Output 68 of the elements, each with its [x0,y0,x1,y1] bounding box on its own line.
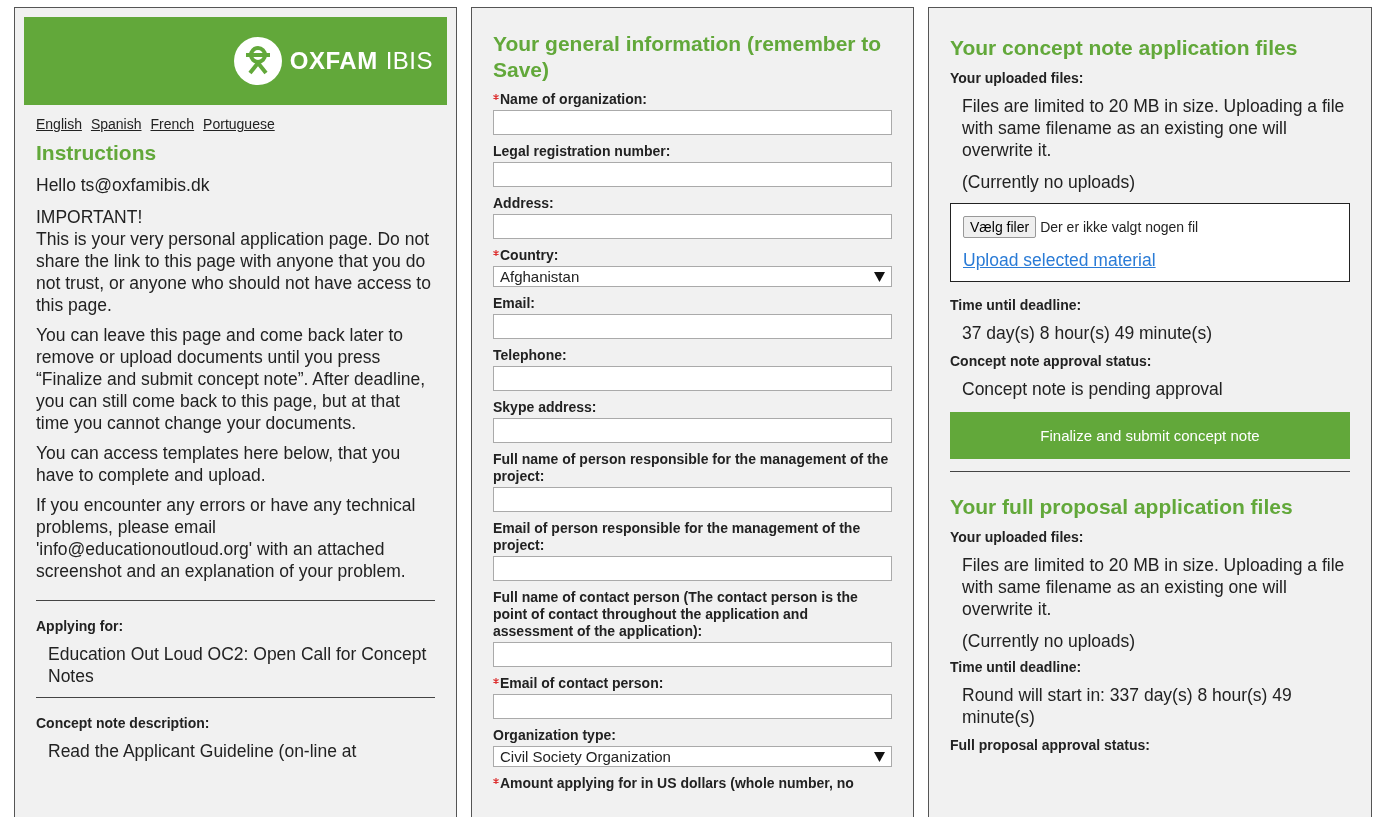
greeting-text: Hello ts@oxfamibis.dk [36,174,211,196]
field-label: Email: [493,295,536,312]
section-heading: Your concept note application files [950,35,1299,61]
logo-icon [233,37,282,85]
language-link[interactable]: English [36,116,82,132]
text-field[interactable] [493,162,892,187]
section-text: Read the Applicant Guideline (on-line at [47,740,358,762]
required-icon [493,678,499,685]
section-heading: Your full proposal application files [950,494,1294,520]
caret-icon [874,271,885,282]
field-label: Your uploaded files: [950,528,1085,546]
language-link[interactable]: Spanish [90,116,142,132]
field-label: Time until deadline: [950,658,1083,676]
text-field[interactable] [493,556,892,581]
required-icon [493,250,499,257]
section-label: Applying for: [36,617,125,635]
instruction-paragraph: If you encounter any errors or have any technical problems, please email 'info@educationoutloud.org' with an attached screenshot and an explanation of your problem. [36,494,417,582]
text-field[interactable] [493,214,892,239]
required-icon [493,778,499,785]
text-field[interactable] [493,694,892,719]
text-field[interactable] [493,366,892,391]
field-label: Concept note approval status: [950,352,1153,370]
field-label: Full name of person responsible for the management of the project: [493,451,890,485]
logo-text: IBIS [385,47,433,75]
deadline-text: 37 day(s) 8 hour(s) 49 minute(s) [961,322,1213,344]
info-text: Files are limited to 20 MB in size. Uploading a file with same filename as an existing one will overwrite it. [961,95,1346,161]
section-heading: Instructions [36,140,158,166]
field-label: Email of person responsible for the management of the project: [493,520,862,554]
logo-text: OXFAM [289,47,378,75]
instruction-paragraph: This is your very personal application page. Do not share the link to this page with anyone that you do not trust, or anyone who should not have access to this page. [36,228,432,316]
field-label: Address: [493,195,555,212]
status-text: Concept note is pending approval [961,378,1224,400]
field-label: Full proposal approval status: [950,736,1151,754]
text-field[interactable] [493,314,892,339]
language-link[interactable]: French [150,116,195,132]
field-label: Amount applying for in US dollars (whole number, no [493,775,892,792]
text-field[interactable] [493,642,892,667]
dropdown-field[interactable]: Civil Society Organization [493,746,892,767]
field-label: Skype address: [493,399,598,416]
field-label: Organization type: [493,727,617,744]
dropdown-field[interactable]: Afghanistan [493,266,892,287]
uploads-text: (Currently no uploads) [961,171,1137,193]
field-label: Telephone: [493,347,568,364]
deadline-text: Round will start in: 337 day(s) 8 hour(s) 49 minute(s) [961,684,1293,728]
caret-icon [874,751,885,762]
text-field[interactable] [493,418,892,443]
section-text: Education Out Loud OC2: Open Call for Concept Notes [47,643,428,687]
field-label: Full name of contact person (The contact person is the point of contact throughout the application and assessment of the application): [493,589,859,640]
upload-link[interactable]: Upload selected material [963,250,1156,271]
text-field[interactable] [493,110,892,135]
field-label: Country: [493,247,892,264]
instruction-paragraph: You can leave this page and come back later to remove or upload documents until you press “Finalize and submit concept note”. After deadline, you can still come back to this page, but at that time you cannot change your documents. [36,324,427,434]
section-heading: Your general information (remember to Save) [493,31,883,83]
no-file-text: Der er ikke valgt nogen fil [1040,219,1199,235]
required-icon [493,94,499,101]
section-label: Concept note description: [36,714,211,732]
choose-files-button[interactable]: Vælg filer [963,216,1037,238]
language-link[interactable]: Portuguese [203,116,275,132]
field-label: Name of organization: [493,91,892,108]
field-label: Your uploaded files: [950,69,1085,87]
info-text: Files are limited to 20 MB in size. Uploading a file with same filename as an existing one will overwrite it. [961,554,1346,620]
field-label: Legal registration number: [493,143,672,160]
uploads-text: (Currently no uploads) [961,630,1137,652]
important-text: IMPORTANT! [36,206,144,228]
text-field[interactable] [493,487,892,512]
field-label: Time until deadline: [950,296,1083,314]
field-label: Email of contact person: [493,675,892,692]
instruction-paragraph: You can access templates here below, that you have to complete and upload. [36,442,402,486]
